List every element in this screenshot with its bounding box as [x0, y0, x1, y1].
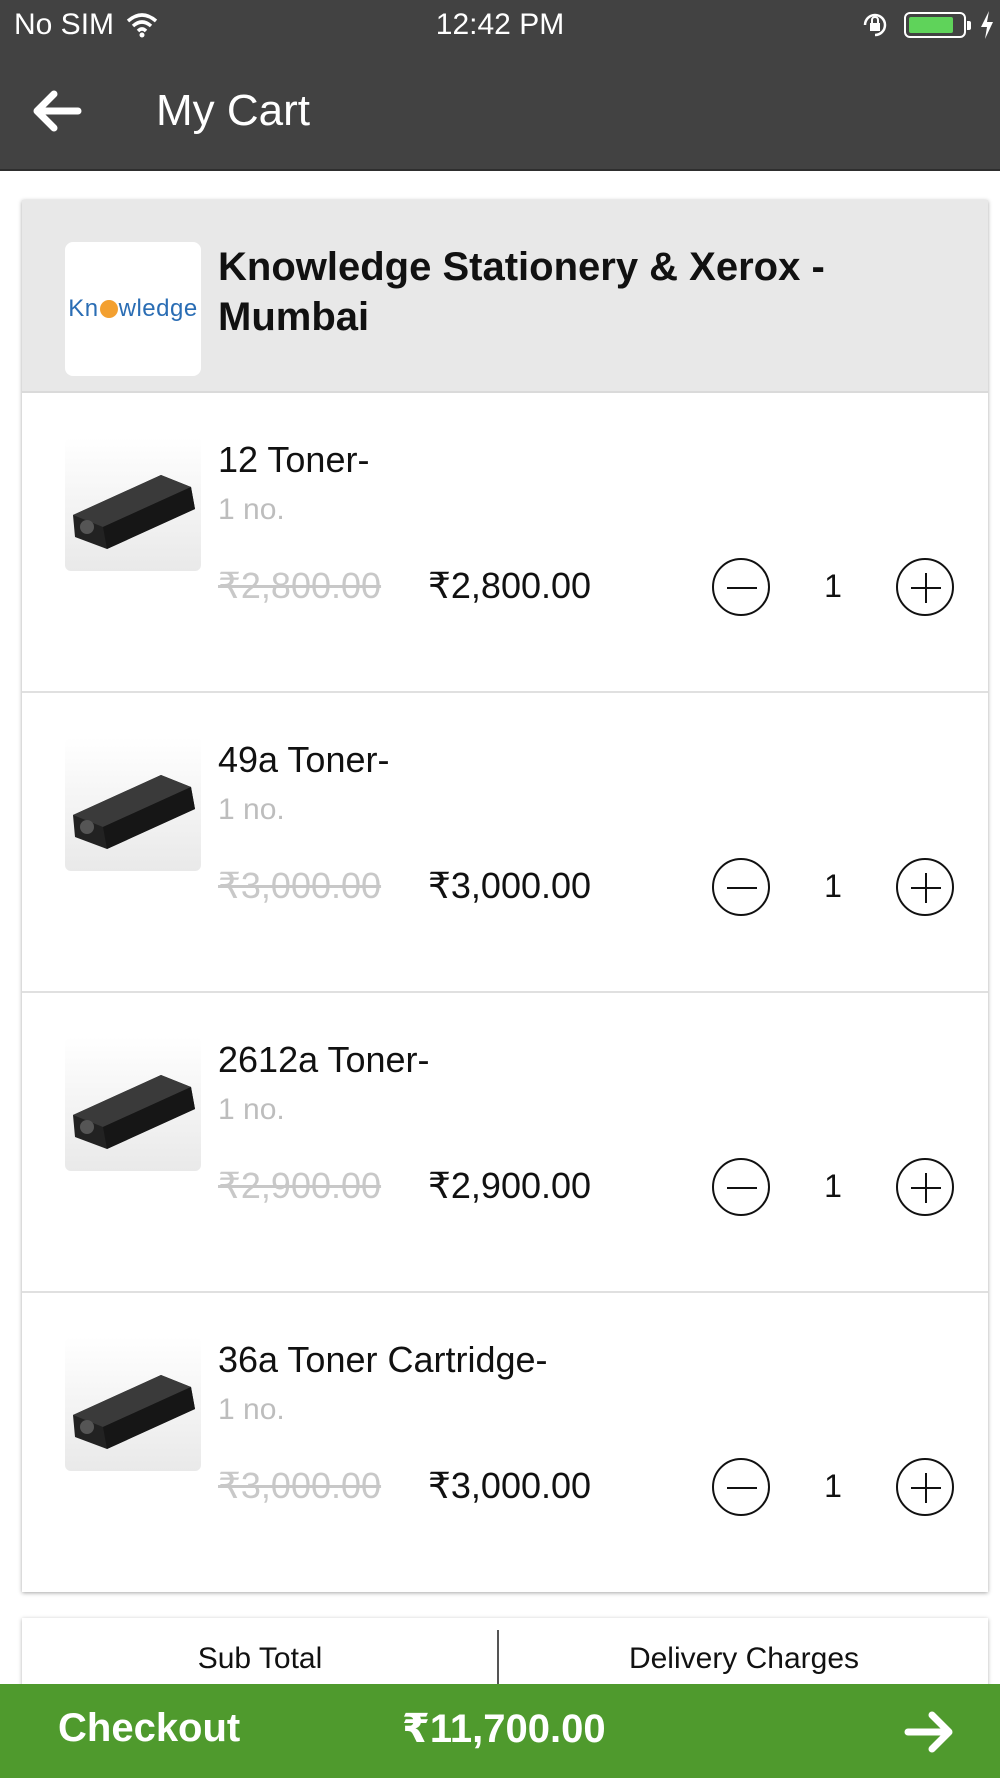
cart-item: 49a Toner- 1 no. ₹3,000.00 ₹3,000.00 1: [22, 693, 988, 993]
toner-image-icon: [73, 775, 195, 849]
product-image: [65, 1037, 201, 1171]
quantity-stepper: 1: [712, 1458, 954, 1518]
decrease-quantity-button[interactable]: [712, 858, 770, 916]
product-unit: 1 no.: [218, 793, 285, 826]
original-price: ₹3,000.00: [218, 1465, 382, 1506]
product-name: 2612a Toner-: [218, 1039, 430, 1080]
original-price: ₹2,900.00: [218, 1165, 382, 1206]
store-name: Knowledge Stationery & Xerox - Mumbai: [218, 245, 825, 339]
forward-arrow-icon: [904, 1711, 953, 1753]
clock: 12:42 PM: [435, 8, 565, 41]
battery-icon: [904, 12, 971, 38]
top-bar: No SIM 12:42 PM My Cart: [0, 0, 1000, 171]
product-unit: 1 no.: [218, 1093, 285, 1126]
toner-image-icon: [73, 1075, 195, 1149]
checkout-button[interactable]: Checkout ₹11,700.00: [0, 1684, 1000, 1778]
decrease-quantity-button[interactable]: [712, 558, 770, 616]
checkout-total: ₹11,700.00: [402, 1707, 606, 1751]
product-unit: 1 no.: [218, 493, 285, 526]
cart-item: 12 Toner- 1 no. ₹2,800.00 ₹2,800.00 1: [22, 393, 988, 693]
increase-quantity-button[interactable]: [896, 858, 954, 916]
sale-price: ₹2,900.00: [428, 1165, 592, 1206]
quantity-value: 1: [824, 868, 842, 904]
toner-image-icon: [73, 1375, 195, 1449]
product-name: 36a Toner Cartridge-: [218, 1339, 548, 1380]
decrease-quantity-button[interactable]: [712, 1158, 770, 1216]
sale-price: ₹3,000.00: [428, 1465, 592, 1506]
checkout-label: Checkout: [58, 1706, 241, 1750]
sale-price: ₹2,800.00: [428, 565, 592, 606]
status-right-group: [860, 10, 994, 40]
product-name: 12 Toner-: [218, 439, 370, 480]
subtotal-label: Sub Total: [197, 1642, 323, 1675]
logo-o-mark: [99, 300, 118, 318]
quantity-value: 1: [824, 1168, 842, 1204]
product-image: [65, 1337, 201, 1471]
nav-bar: My Cart: [0, 52, 1000, 170]
quantity-value: 1: [824, 568, 842, 604]
store-logo: Kn wledge: [65, 242, 201, 376]
quantity-value: 1: [824, 1468, 842, 1504]
quantity-stepper: 1: [712, 558, 954, 618]
increase-quantity-button[interactable]: [896, 558, 954, 616]
page-title: My Cart: [156, 86, 310, 135]
product-name: 49a Toner-: [218, 739, 390, 780]
increase-quantity-button[interactable]: [896, 1458, 954, 1516]
status-bar: No SIM 12:42 PM: [0, 0, 1000, 52]
logo-text-left: Kn: [68, 295, 99, 322]
original-price: ₹3,000.00: [218, 865, 382, 906]
sale-price: ₹3,000.00: [428, 865, 592, 906]
product-image: [65, 437, 201, 571]
cart-card: Kn wledge Knowledge Stationery & Xerox - …: [22, 200, 988, 1592]
product-unit: 1 no.: [218, 1393, 285, 1426]
cart-item: 2612a Toner- 1 no. ₹2,900.00 ₹2,900.00 1: [22, 993, 988, 1293]
product-image: [65, 737, 201, 871]
logo-text-right: wledge: [118, 295, 198, 322]
quantity-stepper: 1: [712, 1158, 954, 1218]
quantity-stepper: 1: [712, 858, 954, 918]
decrease-quantity-button[interactable]: [712, 1458, 770, 1516]
delivery-charges-label: Delivery Charges: [628, 1642, 860, 1675]
back-arrow-icon[interactable]: [28, 86, 84, 136]
store-header: Kn wledge Knowledge Stationery & Xerox - …: [22, 200, 988, 393]
increase-quantity-button[interactable]: [896, 1158, 954, 1216]
original-price: ₹2,800.00: [218, 565, 382, 606]
battery-fill: [909, 17, 954, 33]
toner-image-icon: [73, 475, 195, 549]
charging-bolt-icon: [981, 11, 993, 39]
rotation-lock-icon: [863, 13, 887, 37]
cart-item: 36a Toner Cartridge- 1 no. ₹3,000.00 ₹3,…: [22, 1293, 988, 1593]
